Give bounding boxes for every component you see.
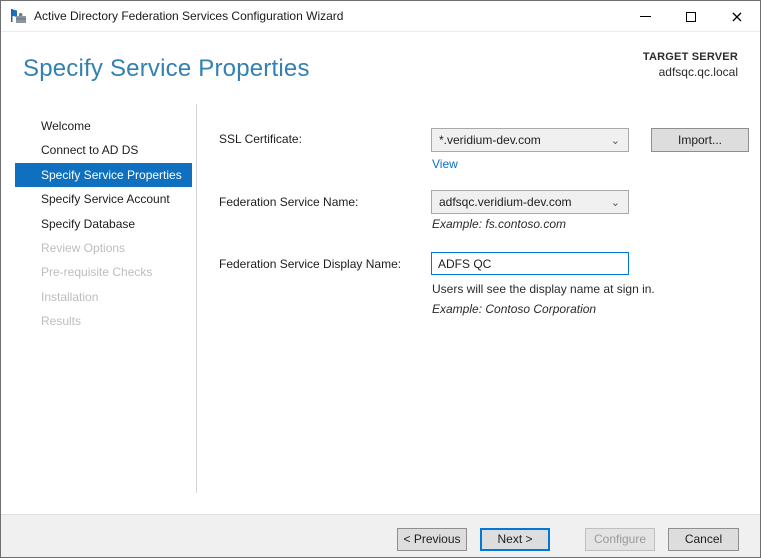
chevron-down-icon: ⌄ <box>610 196 620 209</box>
wizard-window: Active Directory Federation Services Con… <box>0 0 761 558</box>
server-manager-wizard-icon <box>11 9 26 23</box>
target-server-label: TARGET SERVER <box>642 51 738 63</box>
configure-button: Configure <box>585 528 655 551</box>
minimize-button[interactable] <box>622 1 668 32</box>
ssl-certificate-combobox[interactable]: *.veridium-dev.com ⌄ <box>431 128 629 152</box>
federation-service-name-example: Example: fs.contoso.com <box>432 217 567 231</box>
sidebar-divider <box>196 104 197 493</box>
import-button[interactable]: Import... <box>651 128 749 152</box>
sidebar-item-review-options: Review Options <box>41 241 126 255</box>
sidebar-item-pre-requisite-checks: Pre-requisite Checks <box>41 265 153 279</box>
sidebar-item-welcome[interactable]: Welcome <box>15 114 192 138</box>
chevron-down-icon: ⌄ <box>610 134 620 147</box>
target-server: TARGET SERVER adfsqc.qc.local <box>643 51 738 79</box>
close-icon: × <box>730 6 744 26</box>
view-certificate-link[interactable]: View <box>432 157 458 171</box>
federation-service-display-name-input[interactable] <box>431 252 629 275</box>
display-name-hint: Users will see the display name at sign … <box>432 282 655 296</box>
footer: < Previous Next > Configure Cancel <box>1 515 760 557</box>
sidebar-item-results: Results <box>41 314 82 328</box>
sidebar-item-installation: Installation <box>41 290 99 304</box>
ssl-certificate-label: SSL Certificate: <box>219 132 302 146</box>
target-server-value: adfsqc.qc.local <box>658 65 738 79</box>
sidebar-item-specify-service-account[interactable]: Specify Service Account <box>15 187 192 211</box>
sidebar-item-specify-service-properties[interactable]: Specify Service Properties <box>15 163 192 187</box>
cancel-button[interactable]: Cancel <box>668 528 739 551</box>
maximize-icon <box>686 11 696 22</box>
previous-button[interactable]: < Previous <box>397 528 467 551</box>
ssl-certificate-value: *.veridium-dev.com <box>439 133 541 147</box>
federation-service-name-combobox[interactable]: adfsqc.veridium-dev.com ⌄ <box>431 190 629 214</box>
federation-service-name-label: Federation Service Name: <box>219 195 359 209</box>
close-button[interactable]: × <box>714 1 760 32</box>
sidebar-item-connect-to-ad-ds[interactable]: Connect to AD DS <box>15 138 192 162</box>
federation-service-name-value: adfsqc.veridium-dev.com <box>439 195 572 209</box>
page-title: Specify Service Properties <box>23 55 310 82</box>
sidebar-item-specify-database[interactable]: Specify Database <box>15 212 192 236</box>
next-button[interactable]: Next > <box>480 528 550 551</box>
display-name-example: Example: Contoso Corporation <box>432 302 597 316</box>
minimize-icon <box>639 16 651 17</box>
window-title: Active Directory Federation Services Con… <box>34 9 344 23</box>
titlebar: Active Directory Federation Services Con… <box>1 1 760 32</box>
federation-service-display-name-label: Federation Service Display Name: <box>219 257 402 271</box>
maximize-button[interactable] <box>668 1 714 32</box>
